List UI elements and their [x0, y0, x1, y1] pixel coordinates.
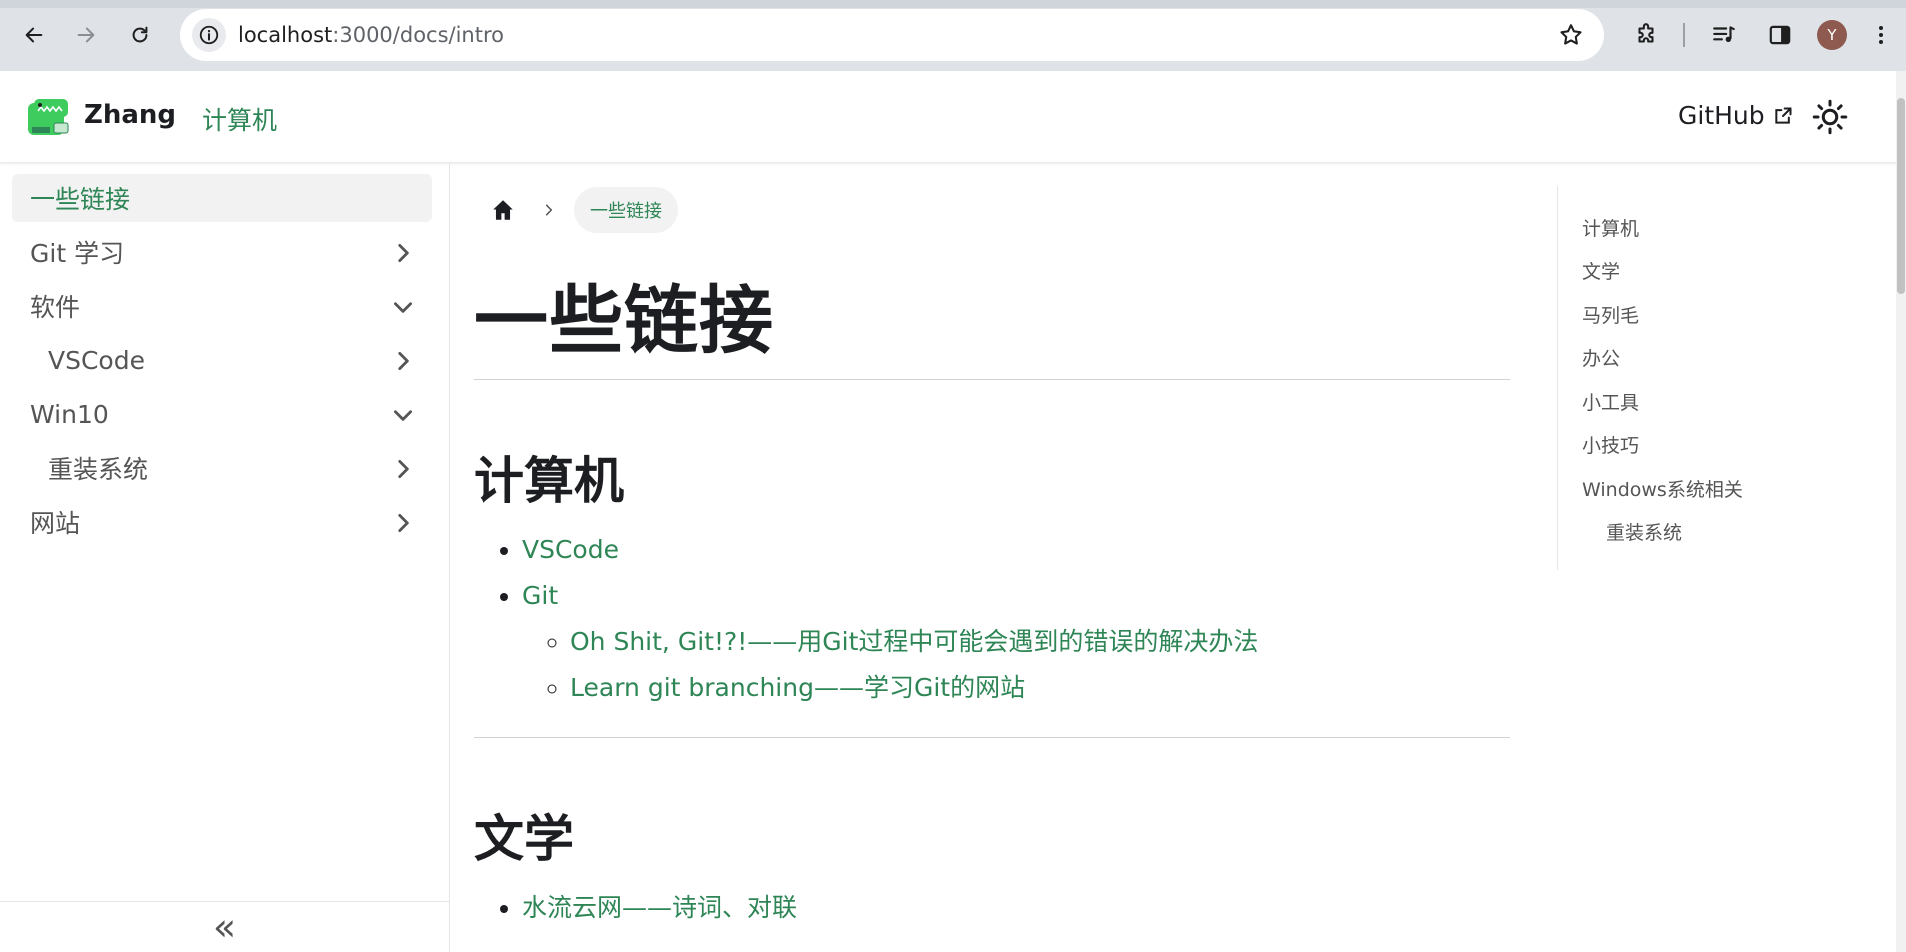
extensions-button[interactable] — [1628, 17, 1664, 53]
back-arrow-icon — [25, 27, 43, 43]
sidebar-item-reinstall[interactable]: 重装系统 — [12, 444, 432, 492]
side-panel-button[interactable] — [1762, 17, 1798, 53]
title-divider — [474, 379, 1510, 380]
double-chevron-left-icon: « — [212, 905, 237, 949]
scrollbar-thumb[interactable] — [1897, 98, 1905, 294]
profile-avatar: Y — [1817, 20, 1847, 50]
puzzle-icon — [1638, 23, 1654, 43]
reload-icon — [132, 26, 148, 43]
chevron-down-icon[interactable] — [390, 402, 416, 428]
list-item: VSCode — [522, 527, 1258, 573]
github-label: GitHub — [1678, 101, 1765, 130]
page-title: 一些链接 — [474, 278, 774, 364]
sidebar-item-label: 网站 — [30, 509, 81, 538]
github-link[interactable]: GitHub — [1678, 101, 1793, 130]
breadcrumb-current: 一些链接 — [574, 187, 678, 233]
list-item: Learn git branching——学习Git的网站 — [570, 665, 1258, 711]
tab-strip — [0, 0, 1906, 8]
back-button[interactable] — [16, 17, 52, 53]
link-vscode[interactable]: VSCode — [522, 535, 619, 564]
sidebar-item-label: Win10 — [30, 399, 109, 429]
sidebar-item-software[interactable]: 软件 — [12, 282, 432, 330]
home-icon[interactable] — [490, 197, 516, 223]
chevron-right-icon[interactable] — [390, 510, 416, 536]
sidebar-item-label: 重装系统 — [48, 455, 149, 484]
toc-item-computer[interactable]: 计算机 — [1582, 214, 1639, 241]
side-panel-icon — [1769, 25, 1791, 45]
external-link-icon — [1774, 107, 1792, 124]
url-host: localhost — [238, 23, 333, 47]
sun-icon[interactable] — [1812, 99, 1848, 135]
browser-menu-button[interactable] — [1866, 17, 1896, 53]
section-divider — [474, 737, 1510, 738]
sidebar-item-git[interactable]: Git 学习 — [12, 228, 432, 276]
chevron-right-icon[interactable] — [390, 456, 416, 482]
playlist-music-icon — [1713, 26, 1735, 43]
sidebar-item-links[interactable]: 一些链接 — [12, 174, 432, 222]
sidebar-item-label: Git 学习 — [30, 239, 125, 268]
toc-item-reinstall[interactable]: 重装系统 — [1606, 518, 1682, 545]
list-item: Oh Shit, Git!?!——用Git过程中可能会遇到的错误的解决办法 — [570, 619, 1258, 665]
toc-item-office[interactable]: 办公 — [1582, 344, 1620, 371]
profile-button[interactable]: Y — [1814, 17, 1850, 53]
link-learn-git-branching[interactable]: Learn git branching——学习Git的网站 — [570, 673, 1025, 702]
toc-item-windows[interactable]: Windows系统相关 — [1582, 475, 1743, 502]
nav-link-computer[interactable]: 计算机 — [202, 101, 277, 137]
site-info-icon[interactable] — [192, 18, 226, 52]
reload-button[interactable] — [122, 17, 158, 53]
sidebar-item-websites[interactable]: 网站 — [12, 498, 432, 546]
chevron-right-icon[interactable] — [390, 348, 416, 374]
forward-arrow-icon — [77, 27, 95, 43]
breadcrumb-separator-icon — [545, 204, 553, 216]
toc-item-marxism[interactable]: 马列毛 — [1582, 301, 1639, 328]
dinosaur-logo-icon[interactable] — [26, 97, 70, 137]
section-heading-computer: 计算机 — [474, 452, 624, 510]
link-git[interactable]: Git — [522, 581, 558, 610]
toc-item-literature[interactable]: 文学 — [1582, 257, 1620, 284]
url-path: :3000/docs/intro — [332, 23, 504, 47]
chevron-right-icon[interactable] — [390, 240, 416, 266]
chevron-down-icon[interactable] — [390, 294, 416, 320]
toolbar-divider — [1683, 23, 1685, 47]
section-heading-literature: 文学 — [474, 810, 574, 868]
doc-content: 一些链接 一些链接 计算机 VSCode Git Oh Shit, Git!?!… — [450, 163, 1550, 952]
link-shuiliuyun[interactable]: 水流云网——诗词、对联 — [522, 893, 797, 922]
media-control-button[interactable] — [1706, 17, 1742, 53]
sidebar-item-win10[interactable]: Win10 — [12, 390, 432, 438]
sidebar-item-label: 软件 — [30, 293, 81, 322]
sidebar-item-vscode[interactable]: VSCode — [12, 336, 432, 384]
link-oh-shit-git[interactable]: Oh Shit, Git!?!——用Git过程中可能会遇到的错误的解决办法 — [570, 627, 1258, 656]
literature-link-list: 水流云网——诗词、对联 — [474, 885, 797, 931]
sidebar-item-label: 一些链接 — [30, 185, 131, 214]
kebab-menu-icon — [1879, 26, 1883, 44]
forward-button[interactable] — [68, 17, 104, 53]
url-text: localhost:3000/docs/intro — [238, 23, 504, 47]
docs-sidebar: 一些链接 Git 学习 软件 VSCode Win10 重装系统 网站 « — [0, 163, 450, 952]
address-bar[interactable]: localhost:3000/docs/intro — [180, 9, 1604, 61]
toc-item-tips[interactable]: 小技巧 — [1582, 431, 1639, 458]
sidebar-item-label: VSCode — [48, 345, 145, 375]
computer-link-list: VSCode Git Oh Shit, Git!?!——用Git过程中可能会遇到… — [474, 527, 1258, 711]
site-navbar: Zhang 计算机 GitHub — [0, 71, 1900, 163]
browser-chrome: localhost:3000/docs/intro Y — [0, 0, 1906, 71]
collapse-sidebar-button[interactable]: « — [0, 901, 449, 952]
bookmark-star-icon[interactable] — [1558, 22, 1584, 48]
git-sublist: Oh Shit, Git!?!——用Git过程中可能会遇到的错误的解决办法 Le… — [522, 619, 1258, 711]
brand-title[interactable]: Zhang — [84, 100, 176, 130]
list-item: 水流云网——诗词、对联 — [522, 885, 797, 931]
list-item: Git Oh Shit, Git!?!——用Git过程中可能会遇到的错误的解决办… — [522, 573, 1258, 711]
table-of-contents: 计算机 文学 马列毛 办公 小工具 小技巧 Windows系统相关 重装系统 — [1557, 186, 1888, 570]
breadcrumb: 一些链接 — [490, 187, 678, 233]
toc-item-tools[interactable]: 小工具 — [1582, 388, 1639, 415]
